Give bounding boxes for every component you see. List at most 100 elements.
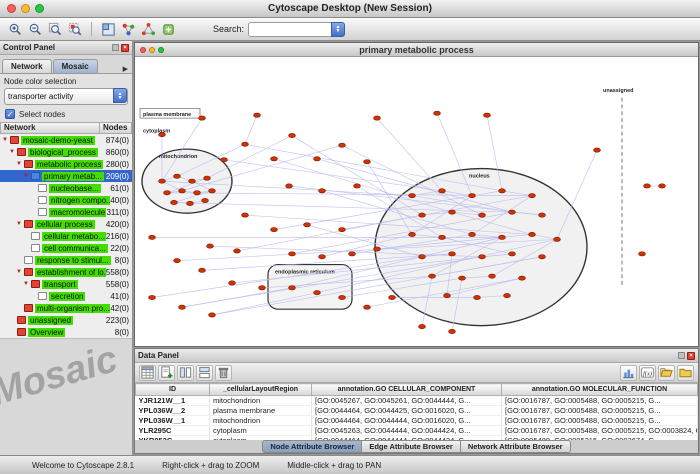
tree-row[interactable]: cell communica...22(0) [0,242,132,254]
network-node[interactable] [489,274,496,278]
network-node[interactable] [459,276,466,280]
network-node[interactable] [519,276,526,280]
table-row[interactable]: YLR295Ccytoplasm[GO:0045263, GO:0044444,… [136,426,698,436]
delete-attribute-icon[interactable] [215,365,232,381]
network-node[interactable] [229,281,236,285]
network-node[interactable] [149,235,156,239]
network-node[interactable] [199,268,206,272]
table-cell[interactable]: [GO:0045263, GO:0044444, GO:0044424, G..… [312,426,502,436]
network-node[interactable] [449,329,456,333]
network-node[interactable] [259,286,266,290]
network-node[interactable] [174,174,181,178]
network-node[interactable] [479,255,486,259]
column-header[interactable]: _cellularLayoutRegion [210,384,312,396]
network-node[interactable] [419,213,426,217]
tree-row[interactable]: nucleobase...61(0) [0,182,132,194]
tree-row[interactable]: response to stimul...8(0) [0,254,132,266]
expand-arrow-icon[interactable]: ▼ [9,149,17,155]
select-nodes-checkbox[interactable]: ✓ [5,109,15,119]
network-node[interactable] [207,244,214,248]
columns-icon[interactable] [177,365,194,381]
tree-row[interactable]: cellular metabo...216(0) [0,230,132,242]
network-edge[interactable] [377,118,442,191]
open-folder-icon[interactable] [658,365,675,381]
network-node[interactable] [174,259,181,263]
network-node[interactable] [271,157,278,161]
table-cell[interactable]: cytoplasm [210,426,312,436]
table-cell[interactable]: mitochondrion [210,416,312,426]
network-node[interactable] [554,237,561,241]
network-node[interactable] [289,286,296,290]
column-header[interactable]: annotation.GO CELLULAR_COMPONENT [312,384,502,396]
network-column-header[interactable]: Network [0,122,100,134]
network-node[interactable] [364,305,371,309]
tab-edge-attribute-browser[interactable]: Edge Attribute Browser [361,440,460,453]
network-node[interactable] [429,274,436,278]
table-cell[interactable]: YPL036W__2 [136,406,210,416]
tree-row[interactable]: ▼transport558(0) [0,278,132,290]
expand-arrow-icon[interactable]: ▼ [23,281,31,287]
close-panel-icon[interactable]: × [121,44,129,52]
table-row[interactable]: YPL036W__2plasma membrane[GO:0044464, GO… [136,406,698,416]
vizmapper-icon[interactable] [119,20,137,38]
network-node[interactable] [164,191,171,195]
network-node[interactable] [209,189,216,193]
network-node[interactable] [539,255,546,259]
tree-row[interactable]: Overview8(0) [0,326,132,338]
network-node[interactable] [374,116,381,120]
network-node[interactable] [364,160,371,164]
control-tab-network[interactable]: Network [2,59,52,73]
tree-row[interactable]: macromolecule...311(0) [0,206,132,218]
network-node[interactable] [439,235,446,239]
network-node[interactable] [639,252,646,256]
network-node[interactable] [194,191,201,195]
network-node[interactable] [289,252,296,256]
network-node[interactable] [286,184,293,188]
select-attributes-icon[interactable] [139,365,156,381]
close-data-panel-icon[interactable]: × [687,352,695,360]
compartment-nucleus[interactable] [375,169,587,326]
network-node[interactable] [409,194,416,198]
network-node[interactable] [474,295,481,299]
frame-zoom-button[interactable] [158,47,164,53]
tree-row[interactable]: ▼primary metab...209(0) [0,170,132,182]
search-input[interactable] [248,22,331,37]
network-edge[interactable] [245,115,257,144]
nodes-column-header[interactable]: Nodes [100,122,132,134]
tree-row[interactable]: ▼metabolic process280(0) [0,158,132,170]
tree-row[interactable]: multi-organism pro...42(0) [0,302,132,314]
network-node[interactable] [187,201,194,205]
network-edge[interactable] [224,160,442,191]
layout-icon[interactable] [139,20,157,38]
table-cell[interactable]: plasma membrane [210,406,312,416]
network-node[interactable] [159,179,166,183]
network-node[interactable] [659,184,666,188]
network-node[interactable] [469,194,476,198]
zoom-in-icon[interactable] [6,20,24,38]
network-node[interactable] [159,132,166,136]
network-node[interactable] [499,189,506,193]
network-node[interactable] [319,189,326,193]
network-node[interactable] [304,223,311,227]
column-header[interactable]: annotation.GO MOLECULAR_FUNCTION [502,384,698,396]
tab-node-attribute-browser[interactable]: Node Attribute Browser [262,440,362,453]
table-cell[interactable]: [GO:0016787, GO:0005488, GO:0005215, G..… [502,416,698,426]
network-node[interactable] [484,113,491,117]
network-canvas[interactable]: plasma membranecytoplasmmitochondrionnuc… [135,57,698,346]
plugins-icon[interactable] [159,20,177,38]
network-node[interactable] [419,255,426,259]
table-cell[interactable]: [GO:0016787, GO:0005488, GO:0005215, G..… [502,406,698,416]
create-attribute-icon[interactable] [158,365,175,381]
network-node[interactable] [314,291,321,295]
network-node[interactable] [479,213,486,217]
network-node[interactable] [339,143,346,147]
network-node[interactable] [319,255,326,259]
network-node[interactable] [444,293,451,297]
expand-arrow-icon[interactable]: ▼ [23,173,31,179]
table-cell[interactable]: YJR121W__1 [136,396,210,406]
zoom-window-button[interactable] [35,4,44,13]
network-node[interactable] [644,184,651,188]
overview-icon[interactable] [99,20,117,38]
minimize-window-button[interactable] [21,4,30,13]
network-node[interactable] [419,324,426,328]
